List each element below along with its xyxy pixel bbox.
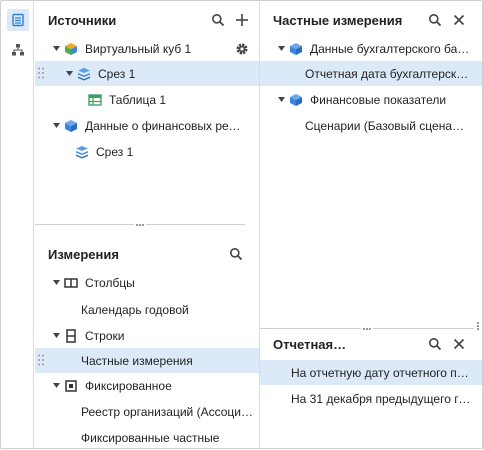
cube-icon [63, 118, 79, 134]
tree-item-scenarios[interactable]: Сценарии (Базовый сценарий) [260, 113, 482, 138]
sources-header: Источники [35, 4, 259, 36]
tree-item-balance-data[interactable]: Данные бухгалтерского баланса [260, 36, 482, 61]
hierarchy-icon[interactable] [7, 39, 29, 61]
tree-item-label: Сценарии (Базовый сценарий) [305, 118, 470, 133]
tree-item-slice-1b[interactable]: Срез 1 [35, 139, 259, 164]
drag-handle-icon[interactable] [38, 354, 44, 366]
list-item-label: На 31 декабря предыдущего года [291, 391, 472, 406]
tree-item-calendar[interactable]: Календарь годовой [35, 297, 259, 322]
report-date-title: Отчетная дата бухгалтерского баланса [273, 336, 349, 352]
tree-item-columns[interactable]: Столбцы [35, 270, 259, 295]
report-date-header: Отчетная дата бухгалтерского баланса [260, 328, 482, 360]
tree-item-label: Виртуальный куб 1 [85, 41, 192, 56]
tree-item-label: Данные о финансовых результатах [85, 118, 243, 133]
search-icon[interactable] [207, 9, 229, 31]
gear-icon[interactable] [231, 38, 253, 60]
search-icon[interactable] [424, 9, 446, 31]
add-icon[interactable] [231, 9, 253, 31]
table-icon [87, 92, 103, 108]
tree-item-table-1[interactable]: Таблица 1 [35, 87, 259, 112]
app-frame: Источники Виртуальный куб 1 Срез 1 Табли… [0, 0, 483, 449]
tree-item-financial-indicators[interactable]: Финансовые показатели [260, 87, 482, 112]
private-dims-title: Частные измерения [273, 12, 403, 28]
virtual-cube-icon [63, 41, 79, 57]
caret-down-icon[interactable] [64, 69, 74, 79]
columns-icon [63, 275, 79, 291]
close-icon[interactable] [448, 9, 470, 31]
tree-item-private-dims[interactable]: Частные измерения [35, 348, 259, 373]
tree-item-financial-data[interactable]: Данные о финансовых результатах [35, 113, 259, 138]
fixed-icon [63, 378, 79, 394]
panel-splitter[interactable] [35, 220, 245, 229]
tree-item-label: Фиксированное [85, 378, 172, 393]
tree-item-virtual-cube[interactable]: Виртуальный куб 1 [35, 36, 259, 61]
left-rail [2, 2, 34, 448]
search-icon[interactable] [424, 333, 446, 355]
right-column: Частные измерения Данные бухгалтерского … [260, 2, 482, 448]
cube-icon [288, 92, 304, 108]
dimensions-header: Измерения [35, 238, 259, 270]
tree-item-label: Реестр организаций (Ассоциированные комп… [81, 404, 253, 419]
tree-item-slice-1[interactable]: Срез 1 [35, 61, 259, 86]
tree-item-rows[interactable]: Строки [35, 323, 259, 348]
drag-handle-icon[interactable] [38, 67, 44, 79]
caret-down-icon[interactable] [51, 381, 61, 391]
tree-item-report-date[interactable]: Отчетная дата бухгалтерского баланса [260, 61, 482, 86]
left-column: Источники Виртуальный куб 1 Срез 1 Табли… [35, 2, 260, 448]
caret-down-icon[interactable] [51, 331, 61, 341]
splitter-grip-icon [134, 223, 146, 226]
caret-down-icon[interactable] [276, 44, 286, 54]
tree-item-label: Отчетная дата бухгалтерского баланса [305, 66, 470, 81]
sources-title: Источники [48, 12, 117, 28]
tree-item-label: Фиксированные частные [81, 430, 220, 445]
tree-item-label: Срез 1 [96, 144, 134, 159]
slice-icon [74, 144, 90, 160]
caret-down-icon[interactable] [51, 121, 61, 131]
private-dims-header: Частные измерения [260, 4, 482, 36]
cube-icon [288, 41, 304, 57]
tree-item-label: Финансовые показатели [310, 92, 447, 107]
tree-item-label: Частные измерения [81, 353, 193, 368]
tree-item-label: Календарь годовой [81, 302, 189, 317]
tree-item-label: Столбцы [85, 275, 135, 290]
tree-item-label: Строки [85, 328, 125, 343]
caret-down-icon[interactable] [51, 44, 61, 54]
list-item-label: На отчетную дату отчетного периода [291, 365, 472, 380]
tree-item-fixed-private[interactable]: Фиксированные частные [35, 425, 259, 450]
caret-down-icon[interactable] [276, 95, 286, 105]
tree-item-label: Данные бухгалтерского баланса [310, 41, 470, 56]
rows-icon [63, 328, 79, 344]
slice-icon [76, 66, 92, 82]
list-item-dec-31[interactable]: На 31 декабря предыдущего года [260, 386, 482, 411]
tree-item-label: Таблица 1 [109, 92, 167, 107]
list-view-icon[interactable] [7, 9, 29, 31]
close-icon[interactable] [448, 333, 470, 355]
tree-item-fixed[interactable]: Фиксированное [35, 373, 259, 398]
tree-item-org-registry[interactable]: Реестр организаций (Ассоциированные комп… [35, 399, 259, 424]
caret-down-icon[interactable] [51, 278, 61, 288]
dimensions-title: Измерения [48, 246, 119, 262]
list-item-report-period[interactable]: На отчетную дату отчетного периода [260, 360, 482, 385]
tree-item-label: Срез 1 [98, 66, 136, 81]
search-icon[interactable] [225, 243, 247, 265]
